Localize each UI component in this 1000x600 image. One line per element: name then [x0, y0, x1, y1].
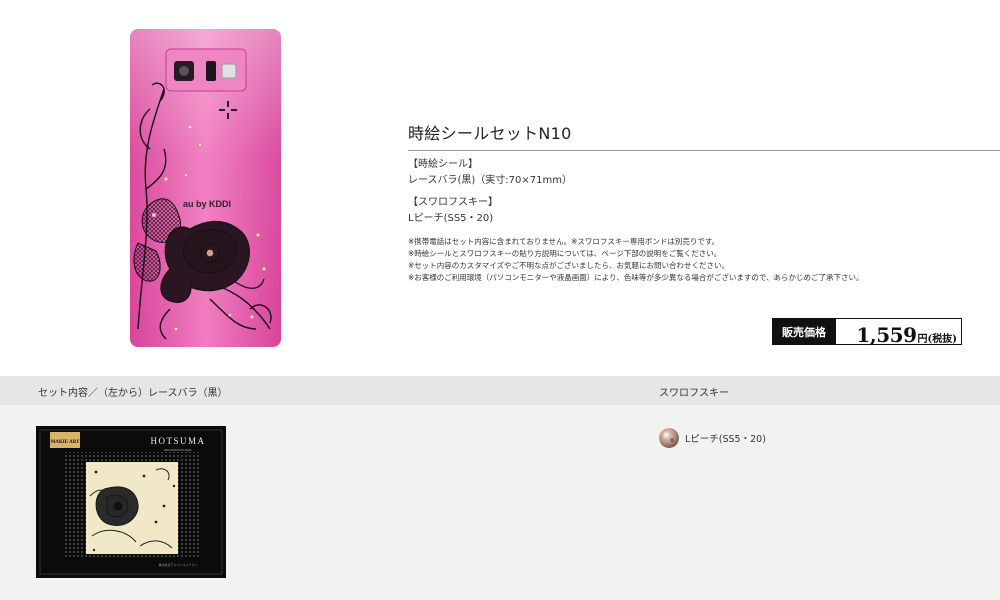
price-value: 1,559 — [856, 323, 917, 347]
sticker-package-image: MAKIE ART HOTSUMA DECORATION SEAL 株式会社アド… — [36, 426, 226, 578]
swarovski-value: Lピーチ(SS5・20) — [408, 213, 494, 224]
sticker-heading: 【時絵シール】 — [408, 159, 478, 170]
swarovski-list-item: Lピーチ(SS5・20) — [659, 428, 766, 448]
swarovski-section-heading: スワロフスキー — [659, 388, 729, 399]
note-line: ※携帯電話はセット内容に含まれておりません。※スワロフスキー専用ボンドは別売りで… — [408, 237, 720, 246]
product-phone-image: au by KDDI — [130, 29, 281, 347]
note-line: ※セット内容のカスタマイズやご不明な点がございましたら、お気軽にお問い合わせくだ… — [408, 261, 730, 270]
swarovski-heading: 【スワロフスキー】 — [408, 197, 498, 208]
sticker-value: レースバラ(黒)（実寸:70×71mm） — [408, 175, 572, 186]
note-line: ※お客様のご利用環境（パソコンモニターや液晶画面）により、色味等が多少異なる場合… — [408, 273, 864, 282]
product-notes: ※携帯電話はセット内容に含まれておりません。※スワロフスキー専用ボンドは別売りで… — [408, 236, 864, 284]
price-box: 販売価格 1,559 円(税抜) — [772, 318, 962, 347]
svg-text:DECORATION SEAL: DECORATION SEAL — [164, 448, 193, 452]
svg-text:au by KDDI: au by KDDI — [183, 199, 231, 209]
svg-text:MAKIE ART: MAKIE ART — [51, 440, 81, 445]
section-header-band: セット内容／（左から）レースバラ（黒） スワロフスキー — [0, 376, 1000, 405]
swarovski-item-label: Lピーチ(SS5・20) — [685, 434, 766, 445]
price-amount: 1,559 円(税抜) — [836, 318, 962, 347]
set-contents-heading: セット内容／（左から）レースバラ（黒） — [38, 388, 228, 399]
note-line: ※時絵シールとスワロフスキーの貼り方説明については、ページ下部の説明をご覧くださ… — [408, 249, 722, 258]
svg-text:HOTSUMA: HOTSUMA — [150, 436, 205, 446]
product-title: 時絵シールセットN10 — [408, 120, 1000, 151]
price-label: 販売価格 — [772, 318, 836, 345]
price-unit: 円(税抜) — [917, 334, 957, 345]
swarovski-stone-swatch — [659, 428, 679, 448]
svg-text:株式会社アドバンスドテクノ: 株式会社アドバンスドテクノ — [159, 562, 198, 567]
